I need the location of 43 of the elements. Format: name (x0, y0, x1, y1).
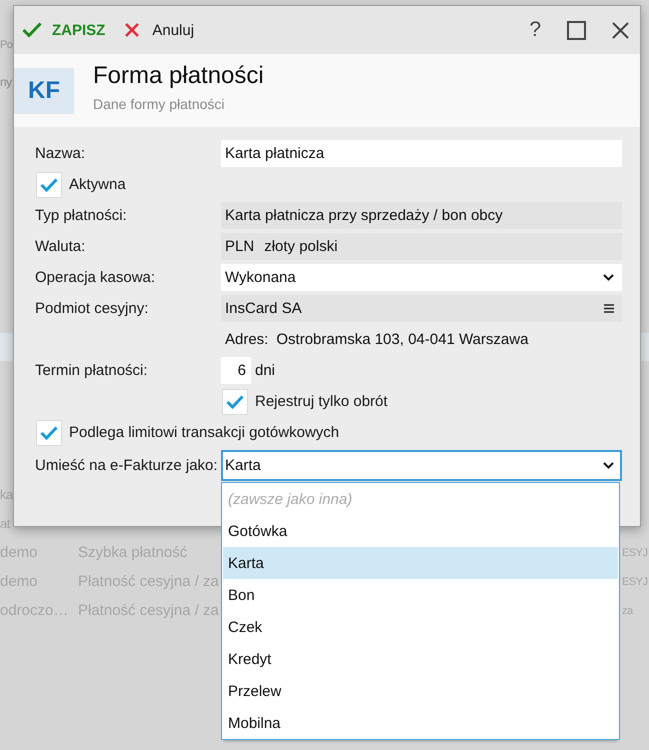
checkbox[interactable] (36, 420, 62, 446)
dialog-subtitle: Dane formy płatności (93, 95, 226, 113)
field-label: Umieść na e-Fakturze jako: (35, 457, 219, 474)
menu-icon[interactable] (604, 304, 614, 313)
address-label: Adres: (225, 331, 268, 348)
checkbox[interactable] (36, 172, 62, 198)
check-icon (40, 426, 58, 440)
check-icon (40, 178, 58, 192)
select-field[interactable]: Karta (221, 450, 622, 481)
maximize-icon (567, 20, 586, 40)
checkbox[interactable] (222, 388, 248, 414)
unit-label: dni (255, 362, 276, 379)
cancel-button[interactable]: Anuluj (120, 18, 200, 42)
dropdown-option[interactable]: Karta (223, 547, 618, 579)
help-button[interactable]: ? (524, 15, 546, 45)
field-label: Podmiot cesyjny: (35, 300, 150, 317)
save-button[interactable]: ZAPISZ (17, 18, 110, 42)
text-field[interactable]: Karta płatnicza (221, 140, 622, 167)
field-label: Waluta: (35, 238, 86, 255)
checkbox-label: Podlega limitowi transakcji gotówkowych (69, 424, 340, 441)
field-label: Termin płatności: (35, 362, 149, 379)
field-label: Operacja kasowa: (35, 269, 156, 286)
field-label: Nazwa: (35, 145, 86, 162)
initials-tile: KF (14, 68, 74, 114)
check-icon (22, 22, 42, 38)
lookup-field[interactable]: InsCard SA (221, 295, 622, 322)
checkbox-label: Rejestruj tylko obrót (255, 393, 388, 410)
address-text: Ostrobramska 103, 04-041 Warszawa (276, 331, 528, 348)
dialog-title: Forma płatności (93, 62, 264, 90)
close-icon (125, 23, 140, 37)
page-text: ny (0, 74, 12, 90)
currency-name: złoty polski (264, 238, 338, 255)
field-label: Typ płatności: (35, 207, 128, 224)
number-field[interactable]: 6 (221, 357, 251, 384)
check-icon (226, 394, 244, 408)
chevron-down-icon (603, 274, 614, 281)
checkbox-label: Aktywna (69, 176, 126, 193)
select-field[interactable]: Wykonana (221, 264, 622, 291)
readonly-field: Karta płatnicza przy sprzedaży / bon obcy (221, 202, 622, 229)
chevron-down-icon (603, 462, 614, 469)
close-icon (612, 22, 629, 38)
page-text: Po (0, 38, 12, 52)
currency-code: PLN (225, 238, 254, 255)
